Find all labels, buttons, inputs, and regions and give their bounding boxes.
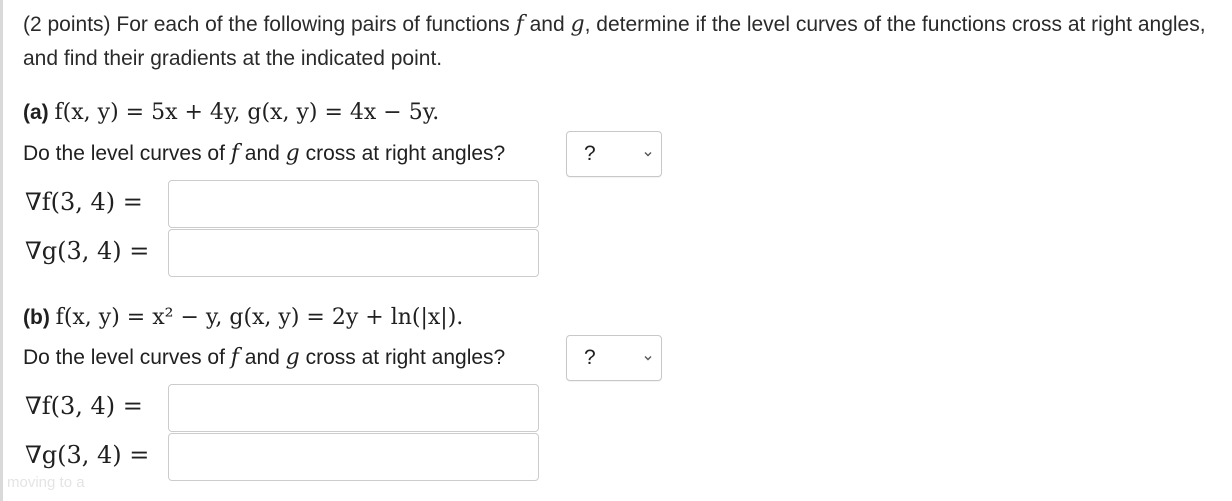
part-b-grad-g-label: ∇g(3, 4) = bbox=[25, 441, 150, 469]
intro-and: and bbox=[529, 13, 565, 36]
problem-intro: (2 points) For each of the following pai… bbox=[23, 8, 1223, 76]
part-a-question-prefix: Do the level curves of bbox=[23, 142, 225, 165]
part-b-equation: f(x, y) = x² − y, g(x, y) = 2y + ln(|x|)… bbox=[55, 305, 464, 330]
part-b-grad-f-label: ∇f(3, 4) = bbox=[25, 392, 143, 420]
part-b-grad-g-input[interactable] bbox=[168, 433, 539, 481]
part-a-question: Do the level curves of f and g cross at … bbox=[23, 139, 505, 169]
part-b-question-prefix: Do the level curves of bbox=[23, 346, 225, 369]
part-a-grad-f-input[interactable] bbox=[168, 180, 539, 228]
chevron-down-icon bbox=[644, 356, 652, 361]
part-a-grad-g-input[interactable] bbox=[168, 229, 539, 277]
part-a-select-value: ? bbox=[584, 142, 596, 165]
part-a-question-suffix: cross at right angles? bbox=[305, 142, 506, 165]
part-a-question-and: and bbox=[244, 142, 280, 165]
part-b-statement: (b) f(x, y) = x² − y, g(x, y) = 2y + ln(… bbox=[23, 303, 463, 333]
background-ghost-text: moving to a bbox=[7, 474, 85, 491]
intro-g-symbol: g bbox=[570, 12, 585, 37]
part-b-question: Do the level curves of f and g cross at … bbox=[23, 343, 505, 373]
part-b-question-suffix: cross at right angles? bbox=[305, 346, 506, 369]
part-b-question-f: f bbox=[230, 345, 239, 370]
part-b-label: (b) bbox=[23, 306, 50, 329]
part-b-right-angle-select[interactable]: ? bbox=[566, 335, 662, 381]
problem-container: (2 points) For each of the following pai… bbox=[0, 0, 1232, 501]
intro-f-symbol: f bbox=[515, 12, 524, 37]
part-a-statement: (a) f(x, y) = 5x + 4y, g(x, y) = 4x − 5y… bbox=[23, 98, 439, 128]
part-a-equation: f(x, y) = 5x + 4y, g(x, y) = 4x − 5y. bbox=[54, 100, 440, 125]
part-a-question-g: g bbox=[285, 141, 300, 166]
part-a-grad-f-label: ∇f(3, 4) = bbox=[25, 188, 143, 216]
part-b-select-value: ? bbox=[584, 346, 596, 369]
part-b-grad-f-input[interactable] bbox=[168, 384, 539, 432]
chevron-down-icon bbox=[644, 152, 652, 157]
part-a-grad-g-label: ∇g(3, 4) = bbox=[25, 237, 150, 265]
part-b-question-g: g bbox=[285, 345, 300, 370]
part-b-question-and: and bbox=[244, 346, 280, 369]
part-a-question-f: f bbox=[230, 141, 239, 166]
part-a-right-angle-select[interactable]: ? bbox=[566, 131, 662, 177]
part-a-label: (a) bbox=[23, 101, 49, 124]
intro-prefix: (2 points) For each of the following pai… bbox=[23, 13, 510, 36]
